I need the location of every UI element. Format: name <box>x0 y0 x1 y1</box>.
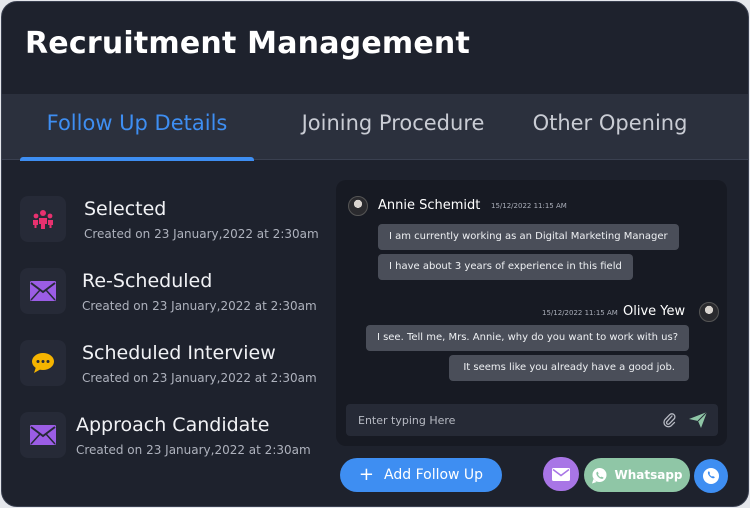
message-input[interactable] <box>346 404 646 436</box>
sender-name: Olive Yew <box>623 304 686 319</box>
status-title: Selected <box>84 198 167 220</box>
message-bubble: I see. Tell me, Mrs. Annie, why do you w… <box>365 325 689 351</box>
status-subtitle: Created on 23 January,2022 at 2:30am <box>82 299 317 313</box>
status-subtitle: Created on 23 January,2022 at 2:30am <box>84 227 319 241</box>
email-button[interactable] <box>543 457 579 491</box>
call-button[interactable] <box>694 459 728 493</box>
tab-bar: Follow Up Details Joining Procedure Othe… <box>2 94 748 161</box>
status-title: Scheduled Interview <box>82 342 276 364</box>
message-bubble: I am currently working as an Digital Mar… <box>378 224 679 250</box>
tab-other-opening[interactable]: Other Opening <box>522 94 698 160</box>
chat-panel: Annie Schemidt 15/12/2022 11:15 AM I am … <box>336 180 727 446</box>
phone-icon <box>703 468 719 484</box>
whatsapp-button[interactable]: Whatsapp <box>584 458 690 492</box>
status-title: Approach Candidate <box>76 414 270 436</box>
status-item-approach-candidate[interactable]: Approach Candidate Created on 23 January… <box>20 412 330 472</box>
add-follow-up-label: Add Follow Up <box>384 467 484 483</box>
page-title: Recruitment Management <box>25 26 470 61</box>
message-time: 15/12/2022 11:15 AM <box>491 202 567 210</box>
whatsapp-icon <box>592 467 607 483</box>
tab-joining-procedure[interactable]: Joining Procedure <box>282 94 504 160</box>
status-item-re-scheduled[interactable]: Re-Scheduled Created on 23 January,2022 … <box>20 268 330 328</box>
team-icon <box>20 196 66 242</box>
sender-name: Annie Schemidt <box>378 198 481 213</box>
message-input-row <box>346 404 718 436</box>
plus-icon: + <box>358 464 375 485</box>
follow-up-status-list: Selected Created on 23 January,2022 at 2… <box>2 160 332 506</box>
envelope-icon <box>20 412 66 458</box>
whatsapp-label: Whatsapp <box>614 468 683 482</box>
envelope-icon <box>20 268 66 314</box>
message-bubble: It seems like you already have a good jo… <box>449 355 689 381</box>
paperclip-icon[interactable] <box>662 412 676 428</box>
avatar <box>348 196 368 216</box>
status-subtitle: Created on 23 January,2022 at 2:30am <box>82 371 317 385</box>
status-subtitle: Created on 23 January,2022 at 2:30am <box>76 443 311 457</box>
tab-follow-up-details[interactable]: Follow Up Details <box>20 94 254 161</box>
add-follow-up-button[interactable]: + Add Follow Up <box>340 458 502 492</box>
chat-bubble-icon <box>20 340 66 386</box>
message-bubble: I have about 3 years of experience in th… <box>378 254 633 280</box>
envelope-icon <box>552 467 570 481</box>
status-item-scheduled-interview[interactable]: Scheduled Interview Created on 23 Januar… <box>20 340 330 400</box>
message-time: 15/12/2022 11:15 AM <box>542 309 618 317</box>
send-icon[interactable] <box>688 411 708 429</box>
avatar <box>699 302 719 322</box>
recruitment-card: Recruitment Management Follow Up Details… <box>1 1 749 507</box>
status-title: Re-Scheduled <box>82 270 213 292</box>
status-item-selected[interactable]: Selected Created on 23 January,2022 at 2… <box>20 196 330 256</box>
